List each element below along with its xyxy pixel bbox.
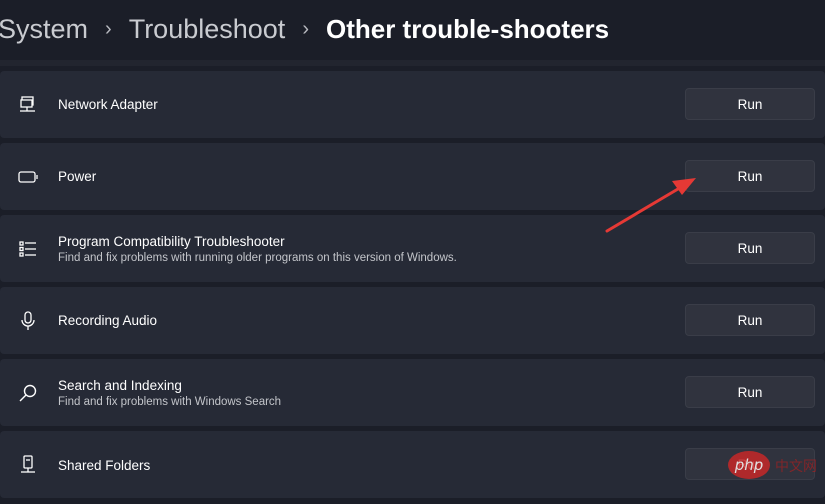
red-arrow-annotation (605, 178, 696, 233)
